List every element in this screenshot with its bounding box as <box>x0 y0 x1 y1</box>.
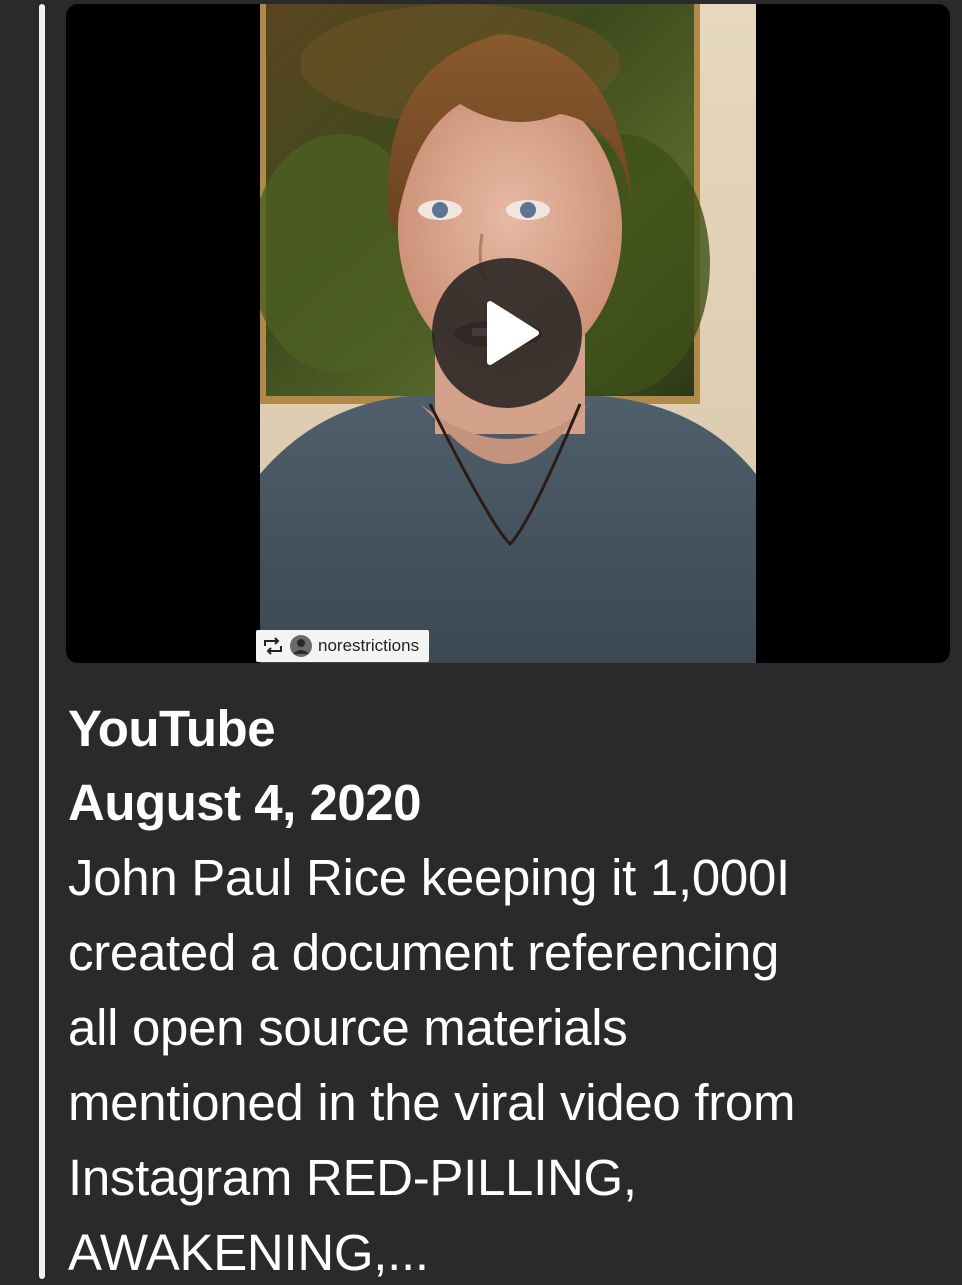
repost-icon <box>262 637 284 655</box>
link-description: John Paul Rice keeping it 1,000I created… <box>68 849 796 1281</box>
video-thumbnail[interactable]: norestrictions <box>66 4 950 663</box>
link-preview-meta: YouTube August 4, 2020 John Paul Rice ke… <box>68 692 948 1285</box>
avatar <box>290 635 312 657</box>
instagram-watermark: norestrictions <box>256 630 430 662</box>
message-view: norestrictions YouTube August 4, 2020 Jo… <box>0 0 962 1285</box>
quote-bar <box>39 4 45 1279</box>
play-button[interactable] <box>432 258 582 408</box>
link-source: YouTube <box>68 700 276 757</box>
link-date: August 4, 2020 <box>68 774 421 831</box>
link-preview-card[interactable]: norestrictions YouTube August 4, 2020 Jo… <box>66 4 950 1285</box>
watermark-username: norestrictions <box>318 636 420 655</box>
play-icon <box>487 301 539 365</box>
